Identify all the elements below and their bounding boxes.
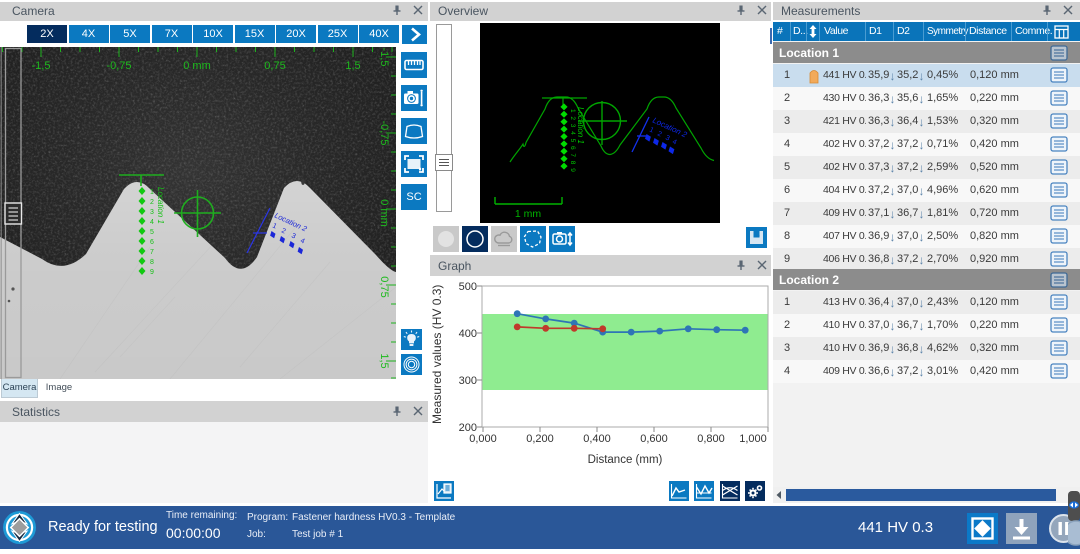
svg-text:7: 7: [150, 249, 154, 256]
svg-text:0 mm: 0 mm: [378, 199, 390, 227]
svg-text:6: 6: [150, 239, 154, 246]
svg-text:Location 1: Location 1: [156, 187, 165, 224]
svg-text:1,5: 1,5: [378, 353, 390, 368]
svg-text:3: 3: [569, 124, 576, 128]
svg-text:400: 400: [459, 328, 477, 340]
svg-text:1,5: 1,5: [345, 60, 360, 72]
svg-text:-1,5: -1,5: [32, 60, 51, 72]
svg-text:7: 7: [569, 153, 576, 157]
svg-text:0,600: 0,600: [640, 433, 668, 445]
svg-text:1: 1: [150, 189, 154, 196]
svg-text:5: 5: [150, 229, 154, 236]
svg-text:0,200: 0,200: [526, 433, 554, 445]
svg-text:0,75: 0,75: [378, 276, 390, 297]
svg-text:-1,5: -1,5: [378, 48, 390, 67]
svg-text:-0,75: -0,75: [106, 60, 131, 72]
svg-text:Distance (mm): Distance (mm): [588, 454, 663, 466]
svg-text:1,000: 1,000: [739, 433, 767, 445]
svg-text:Measured values (HV 0.3): Measured values (HV 0.3): [430, 285, 444, 424]
svg-text:300: 300: [459, 375, 477, 387]
svg-text:500: 500: [459, 281, 477, 293]
svg-text:0,800: 0,800: [697, 433, 725, 445]
svg-text:2: 2: [150, 199, 154, 206]
svg-text:8: 8: [569, 161, 576, 165]
svg-text:0 mm: 0 mm: [183, 60, 211, 72]
svg-text:2: 2: [569, 116, 576, 120]
svg-text:5: 5: [569, 139, 576, 143]
svg-text:8: 8: [150, 259, 154, 266]
svg-text:0,75: 0,75: [264, 60, 285, 72]
svg-text:1: 1: [569, 109, 576, 113]
svg-text:4: 4: [569, 131, 576, 135]
svg-text:1 mm: 1 mm: [515, 208, 542, 220]
svg-text:6: 6: [569, 146, 576, 150]
svg-text:-0,75: -0,75: [378, 120, 390, 145]
svg-text:9: 9: [569, 168, 576, 172]
svg-text:0,400: 0,400: [583, 433, 611, 445]
svg-text:4: 4: [150, 219, 154, 226]
svg-text:3: 3: [150, 209, 154, 216]
svg-text:0,000: 0,000: [469, 433, 497, 445]
svg-text:9: 9: [150, 269, 154, 276]
